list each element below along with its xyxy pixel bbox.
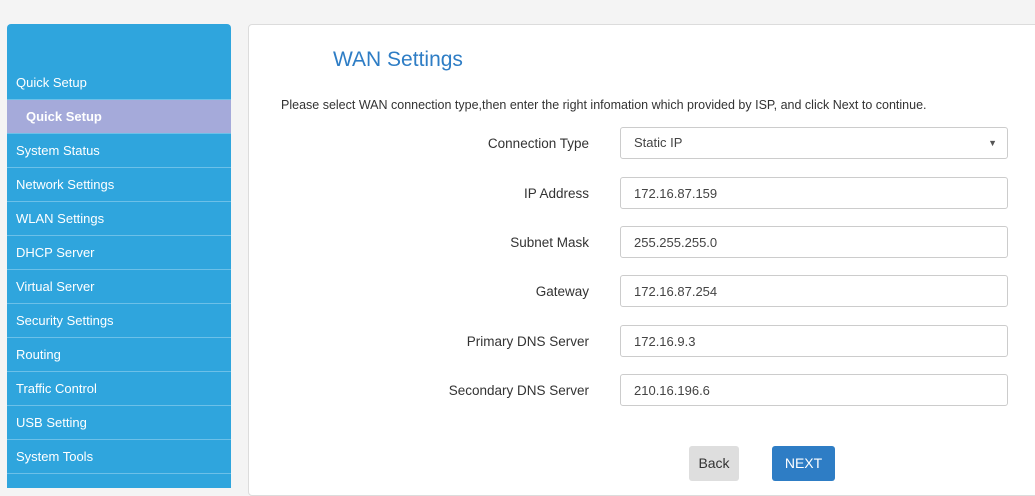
connection-type-value: Static IP	[634, 135, 683, 150]
secondary-dns-row: Secondary DNS Server	[249, 374, 1035, 408]
primary-dns-input[interactable]	[620, 325, 1008, 357]
sidebar-item-dhcp-server[interactable]: DHCP Server	[7, 236, 231, 270]
sidebar-item-usb-setting[interactable]: USB Setting	[7, 406, 231, 440]
primary-dns-row: Primary DNS Server	[249, 325, 1035, 359]
sidebar-item-system-status[interactable]: System Status	[7, 134, 231, 168]
gateway-row: Gateway	[249, 275, 1035, 309]
back-button[interactable]: Back	[689, 446, 739, 481]
sidebar-item-system-tools[interactable]: System Tools	[7, 440, 231, 474]
ip-address-input[interactable]	[620, 177, 1008, 209]
sidebar-header-spacer	[7, 24, 231, 66]
chevron-down-icon: ▼	[988, 138, 997, 148]
ip-address-row: IP Address	[249, 177, 1035, 211]
connection-type-label: Connection Type	[487, 136, 589, 151]
sidebar: Quick Setup Quick Setup System Status Ne…	[7, 24, 231, 488]
sidebar-item-virtual-server[interactable]: Virtual Server	[7, 270, 231, 304]
connection-type-select[interactable]: Static IP ▼	[620, 127, 1008, 159]
next-button[interactable]: NEXT	[772, 446, 835, 481]
main-panel: WAN Settings Please select WAN connectio…	[248, 24, 1035, 496]
subnet-mask-label: Subnet Mask	[510, 235, 589, 250]
page-description: Please select WAN connection type,then e…	[281, 98, 927, 112]
secondary-dns-input[interactable]	[620, 374, 1008, 406]
sidebar-item-network-settings[interactable]: Network Settings	[7, 168, 231, 202]
secondary-dns-label: Secondary DNS Server	[448, 383, 589, 398]
subnet-mask-row: Subnet Mask	[249, 226, 1035, 260]
ip-address-label: IP Address	[523, 186, 589, 201]
primary-dns-label: Primary DNS Server	[466, 334, 589, 349]
connection-type-row: Connection Type Static IP ▼	[249, 127, 1035, 161]
sidebar-item-routing[interactable]: Routing	[7, 338, 231, 372]
gateway-input[interactable]	[620, 275, 1008, 307]
sidebar-subitem-quick-setup[interactable]: Quick Setup	[7, 100, 231, 134]
gateway-label: Gateway	[535, 284, 589, 299]
sidebar-item-wlan-settings[interactable]: WLAN Settings	[7, 202, 231, 236]
sidebar-item-traffic-control[interactable]: Traffic Control	[7, 372, 231, 406]
sidebar-item-security-settings[interactable]: Security Settings	[7, 304, 231, 338]
subnet-mask-input[interactable]	[620, 226, 1008, 258]
page-title: WAN Settings	[333, 48, 463, 71]
sidebar-item-quick-setup[interactable]: Quick Setup	[7, 66, 231, 100]
